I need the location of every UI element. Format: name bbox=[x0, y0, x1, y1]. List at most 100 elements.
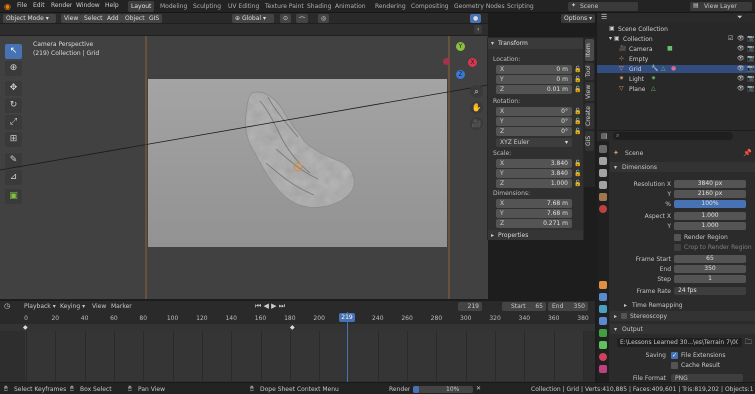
frame-step-field[interactable]: 1 bbox=[674, 275, 746, 283]
tab-tool[interactable]: Tool bbox=[585, 63, 594, 80]
render-camera-icon[interactable]: 📷 bbox=[747, 45, 754, 52]
location-z-field[interactable]: Z 0.01 m bbox=[496, 85, 572, 94]
transform-panel-header[interactable]: ▾ Transform bbox=[488, 38, 583, 49]
gizmo-y-axis-icon[interactable]: Y bbox=[456, 42, 465, 51]
gizmo-x-axis-icon[interactable]: X bbox=[468, 58, 477, 67]
workspace-tab-modeling[interactable]: Modeling bbox=[157, 1, 190, 12]
blender-logo-icon[interactable]: ◉ bbox=[4, 2, 11, 11]
outliner-row-collection[interactable]: ▾ ▣ Collection ☑ 👁 📷 bbox=[597, 35, 755, 43]
rotation-mode-dropdown[interactable]: XYZ Euler ▾ bbox=[496, 138, 572, 147]
workspace-tab-texture-paint[interactable]: Texture Paint bbox=[262, 1, 307, 12]
navigation-gizmo[interactable]: Y X Z bbox=[440, 42, 480, 82]
menu-edit[interactable]: Edit bbox=[33, 2, 45, 9]
eye-icon[interactable]: 👁 bbox=[737, 75, 745, 82]
aspect-x-field[interactable]: 1.000 bbox=[674, 212, 746, 220]
stereoscopy-panel-header[interactable]: ▸ Stereoscopy bbox=[610, 311, 755, 321]
view-layer-tab-icon[interactable] bbox=[599, 181, 607, 189]
physics-tab-icon[interactable] bbox=[599, 317, 607, 325]
zoom-view-icon[interactable]: ⌕ bbox=[470, 85, 483, 98]
3d-viewport[interactable]: Object Mode ▾ View Select Add Object GIS… bbox=[0, 13, 488, 299]
gizmo-neg-x-icon[interactable] bbox=[443, 58, 450, 65]
lock-scale-x-icon[interactable]: 🔓 bbox=[574, 160, 581, 167]
lock-location-y-icon[interactable]: 🔓 bbox=[574, 76, 581, 83]
render-camera-icon[interactable]: 📷 bbox=[747, 75, 754, 82]
dimensions-y-field[interactable]: Y 7.68 m bbox=[496, 209, 572, 218]
object-tab-icon[interactable] bbox=[599, 281, 607, 289]
outliner-row-empty[interactable]: ⊹ Empty 👁 📷 bbox=[597, 55, 755, 63]
render-camera-icon[interactable]: 📷 bbox=[747, 35, 754, 42]
folder-icon[interactable]: 🗀 bbox=[745, 338, 752, 349]
scale-x-field[interactable]: X 3.840 bbox=[496, 159, 572, 168]
properties-search-input[interactable]: ⌕ bbox=[613, 132, 733, 140]
workspace-tab-compositing[interactable]: Compositing bbox=[408, 1, 452, 12]
frame-end-field[interactable]: 350 bbox=[674, 265, 746, 273]
resolution-percent-field[interactable]: 100% bbox=[674, 200, 746, 208]
modifier-tab-icon[interactable] bbox=[599, 293, 607, 301]
lock-location-z-icon[interactable]: 🔓 bbox=[574, 86, 581, 93]
workspace-tab-uv-editing[interactable]: UV Editing bbox=[225, 1, 262, 12]
keyframe-icon[interactable]: ◆ bbox=[23, 324, 28, 331]
scale-y-field[interactable]: Y 3.840 bbox=[496, 169, 572, 178]
playback-controls-icon[interactable]: ⏮ ◀ ▶ ⏭ bbox=[255, 302, 285, 311]
keyframe-icon[interactable]: ◆ bbox=[290, 324, 295, 331]
workspace-tab-animation[interactable]: Animation bbox=[332, 1, 369, 12]
eye-icon[interactable]: 👁 bbox=[737, 55, 745, 62]
render-region-checkbox[interactable] bbox=[674, 234, 681, 241]
resolution-y-field[interactable]: 2160 px bbox=[674, 190, 746, 198]
data-tab-icon[interactable] bbox=[599, 341, 607, 349]
output-path-input[interactable]: E:\Lessons Learned 30...\es\Terrain 7\00… bbox=[617, 338, 742, 347]
scene-selector[interactable]: ✦ Scene bbox=[568, 2, 638, 11]
outliner-row-camera[interactable]: 🎥 Camera ■ 👁 📷 bbox=[597, 45, 755, 53]
lock-rotation-z-icon[interactable]: 🔓 bbox=[574, 128, 581, 135]
time-remapping-subpanel[interactable]: ▸ Time Remapping bbox=[610, 301, 755, 310]
timeline-editor[interactable]: ◷ Playback ▾ Keying ▾ View Marker ⏮ ◀ ▶ … bbox=[0, 300, 595, 382]
render-camera-icon[interactable]: 📷 bbox=[747, 85, 754, 92]
outliner-row-grid[interactable]: ▽ Grid 🔧 △ ● 👁 📷 bbox=[597, 65, 755, 73]
rotation-y-field[interactable]: Y 0° bbox=[496, 117, 572, 126]
properties-editor[interactable]: ▤ ⌕ ✦ Scene 📌 ▾ Dimensions Resolution X … bbox=[596, 131, 755, 382]
cancel-render-icon[interactable]: ✕ bbox=[476, 385, 481, 392]
render-camera-icon[interactable]: 📷 bbox=[747, 65, 754, 72]
outliner-editor-icon[interactable]: ☰ bbox=[601, 13, 607, 21]
tab-item[interactable]: Item bbox=[585, 39, 594, 61]
eye-icon[interactable]: 👁 bbox=[737, 35, 745, 42]
workspace-tab-shading[interactable]: Shading bbox=[304, 1, 334, 12]
current-frame-field[interactable]: 219 bbox=[458, 302, 482, 311]
gizmo-z-axis-icon[interactable]: Z bbox=[456, 70, 465, 79]
workspace-tab-scripting[interactable]: Scripting bbox=[504, 1, 537, 12]
outliner-row-light[interactable]: ✷ Light ✷ 👁 📷 bbox=[597, 75, 755, 83]
eye-icon[interactable]: 👁 bbox=[737, 65, 745, 72]
timeline-marker-menu[interactable]: Marker bbox=[111, 303, 132, 310]
dimensions-z-field[interactable]: Z 0.271 m bbox=[496, 219, 572, 228]
cache-result-checkbox[interactable] bbox=[671, 362, 678, 369]
frame-rate-dropdown[interactable]: 24 fps bbox=[674, 287, 746, 295]
view-layer-selector[interactable]: ▤ View Layer bbox=[690, 2, 752, 11]
workspace-tab-rendering[interactable]: Rendering bbox=[372, 1, 409, 12]
dimensions-x-field[interactable]: X 7.68 m bbox=[496, 199, 572, 208]
workspace-tab-sculpting[interactable]: Sculpting bbox=[190, 1, 224, 12]
timeline-ruler[interactable] bbox=[0, 312, 595, 324]
camera-view-icon[interactable]: 🎥 bbox=[470, 117, 483, 130]
menu-render[interactable]: Render bbox=[51, 2, 72, 9]
rotation-x-field[interactable]: X 0° bbox=[496, 107, 572, 116]
viewport-options-button[interactable]: Options ▾ bbox=[561, 14, 596, 23]
aspect-y-field[interactable]: 1.000 bbox=[674, 222, 746, 230]
resolution-x-field[interactable]: 3840 px bbox=[674, 180, 746, 188]
constraints-tab-icon[interactable] bbox=[599, 329, 607, 337]
location-y-field[interactable]: Y0 m bbox=[496, 75, 572, 84]
tool-tab-icon[interactable] bbox=[599, 145, 607, 153]
timeline-keying-menu[interactable]: Keying ▾ bbox=[60, 303, 85, 310]
scale-z-field[interactable]: Z 1.000 bbox=[496, 179, 572, 188]
properties-editor-icon[interactable]: ▤ bbox=[601, 132, 608, 140]
lock-rotation-y-icon[interactable]: 🔓 bbox=[574, 118, 581, 125]
texture-tab-icon[interactable] bbox=[599, 365, 607, 373]
checkbox-icon[interactable]: ☑ bbox=[728, 35, 733, 42]
end-frame-field[interactable]: End 350 bbox=[548, 302, 588, 311]
pin-icon[interactable]: 📌 bbox=[743, 149, 752, 157]
tab-gis[interactable]: GIS bbox=[585, 131, 594, 151]
outliner-row-scene-collection[interactable]: ▣ Scene Collection bbox=[597, 25, 755, 33]
workspace-tab-geometry-nodes[interactable]: Geometry Nodes bbox=[451, 1, 508, 12]
menu-file[interactable]: File bbox=[17, 2, 27, 9]
lock-scale-z-icon[interactable]: 🔓 bbox=[574, 180, 581, 187]
lock-scale-y-icon[interactable]: 🔓 bbox=[574, 170, 581, 177]
